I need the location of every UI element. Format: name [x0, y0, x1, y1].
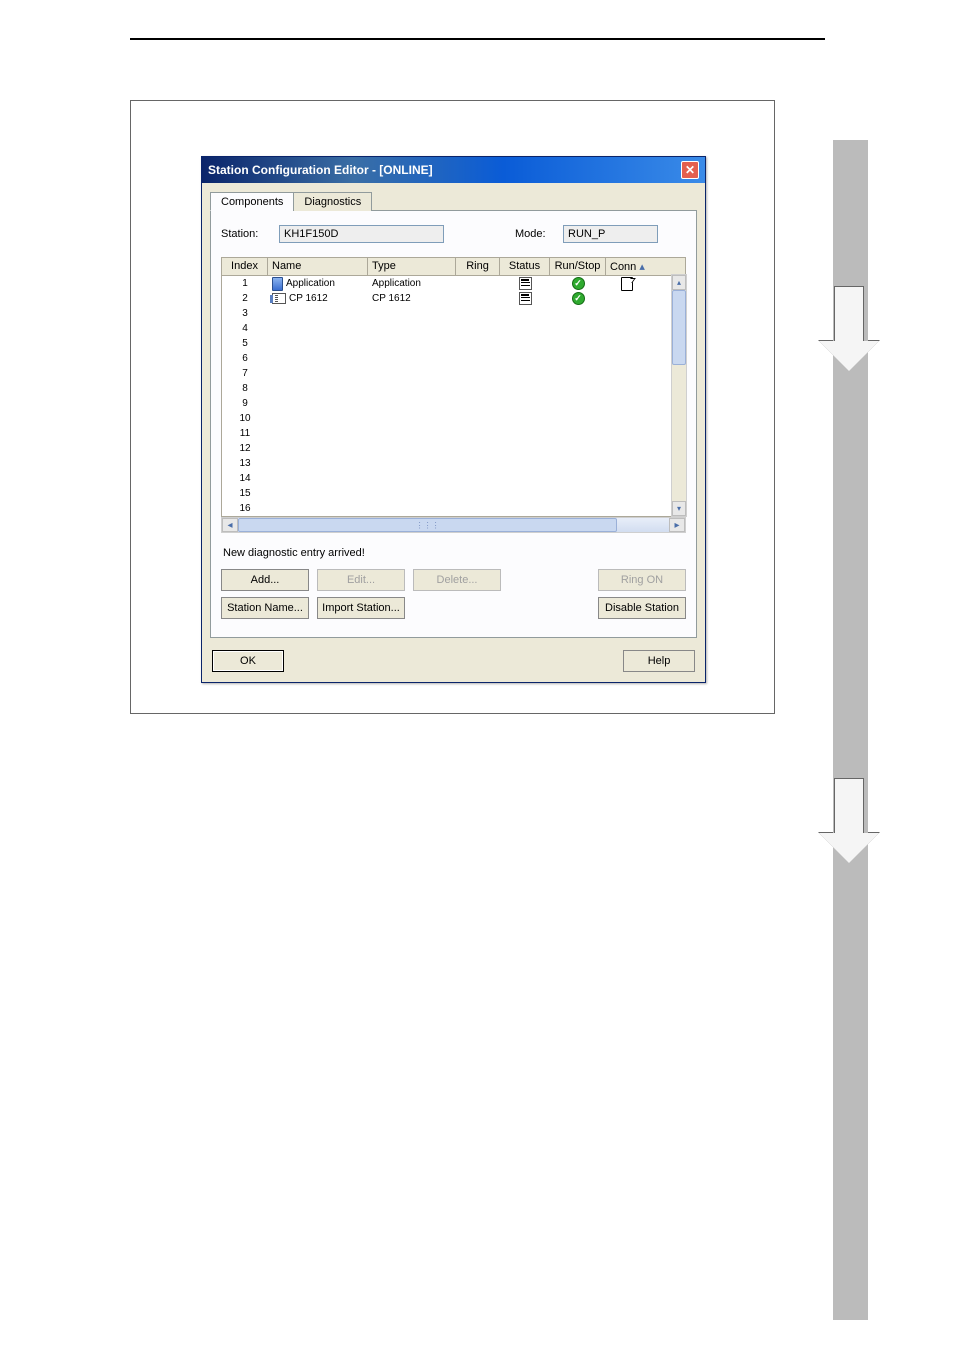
col-header-name[interactable]: Name: [268, 258, 368, 275]
close-icon[interactable]: ✕: [681, 161, 699, 179]
tab-components[interactable]: Components: [210, 192, 294, 211]
table-row[interactable]: 1ApplicationApplication✓: [222, 276, 685, 291]
status-icon: [519, 277, 532, 290]
table-row[interactable]: 6: [222, 351, 685, 366]
table-row[interactable]: 4: [222, 321, 685, 336]
cp-card-icon: [272, 293, 286, 304]
table-row[interactable]: 3: [222, 306, 685, 321]
help-button[interactable]: Help: [623, 650, 695, 672]
table-row[interactable]: 5: [222, 336, 685, 351]
application-icon: [272, 277, 283, 291]
station-config-dialog: Station Configuration Editor - [ONLINE] …: [201, 156, 706, 683]
figure-frame: Station Configuration Editor - [ONLINE] …: [130, 100, 775, 714]
button-row-1: Add... Edit... Delete... Ring ON: [221, 569, 686, 591]
station-input[interactable]: [279, 225, 444, 243]
mode-input[interactable]: [563, 225, 658, 243]
col-header-index[interactable]: Index: [222, 258, 268, 275]
table-row[interactable]: 7: [222, 366, 685, 381]
status-icon: [519, 292, 532, 305]
import-station-button[interactable]: Import Station...: [317, 597, 405, 619]
table-row[interactable]: 10: [222, 411, 685, 426]
page-content: Station Configuration Editor - [ONLINE] …: [130, 38, 825, 714]
ring-on-button: Ring ON: [598, 569, 686, 591]
tab-diagnostics[interactable]: Diagnostics: [293, 192, 372, 211]
mode-label: Mode:: [515, 228, 553, 240]
table-row[interactable]: 16: [222, 501, 685, 516]
button-row-2: Station Name... Import Station... Disabl…: [221, 597, 686, 619]
table-body[interactable]: 1ApplicationApplication✓2CP 1612CP 1612✓…: [221, 276, 686, 517]
disable-station-button[interactable]: Disable Station: [598, 597, 686, 619]
table-row[interactable]: 12: [222, 441, 685, 456]
table-row[interactable]: 14: [222, 471, 685, 486]
delete-button: Delete...: [413, 569, 501, 591]
table-header-row: Index Name Type Ring Status Run/Stop Con…: [221, 257, 686, 276]
tab-panel-components: Station: Mode: Index Name Type Ring: [210, 211, 697, 638]
dialog-title: Station Configuration Editor - [ONLINE]: [208, 163, 433, 177]
margin-arrow-upper: [819, 286, 879, 376]
col-header-runstop[interactable]: Run/Stop: [550, 258, 606, 275]
dialog-titlebar[interactable]: Station Configuration Editor - [ONLINE] …: [202, 157, 705, 183]
table-row[interactable]: 11: [222, 426, 685, 441]
station-label: Station:: [221, 228, 269, 240]
col-header-type[interactable]: Type: [368, 258, 456, 275]
edit-button: Edit...: [317, 569, 405, 591]
col-header-status[interactable]: Status: [500, 258, 550, 275]
connection-icon: [621, 277, 633, 291]
scroll-right-icon[interactable]: ▸: [669, 518, 685, 532]
station-mode-row: Station: Mode:: [221, 225, 686, 243]
col-header-conn[interactable]: Conn ▴: [606, 258, 648, 275]
run-ok-icon: ✓: [572, 292, 585, 305]
scroll-up-icon[interactable]: ▴: [672, 275, 686, 290]
table-row[interactable]: 8: [222, 381, 685, 396]
scroll-down-icon[interactable]: ▾: [672, 501, 686, 516]
scroll-left-icon[interactable]: ◂: [222, 518, 238, 532]
add-button[interactable]: Add...: [221, 569, 309, 591]
dialog-bottom-buttons: OK Help: [202, 642, 705, 682]
vertical-scrollbar[interactable]: ▴ ▾: [671, 274, 687, 517]
table-row[interactable]: 9: [222, 396, 685, 411]
station-name-button[interactable]: Station Name...: [221, 597, 309, 619]
ok-button[interactable]: OK: [212, 650, 284, 672]
margin-arrow-lower: [819, 778, 879, 868]
col-header-ring[interactable]: Ring: [456, 258, 500, 275]
run-ok-icon: ✓: [572, 277, 585, 290]
table-row[interactable]: 2CP 1612CP 1612✓: [222, 291, 685, 306]
page-top-rule: [130, 38, 825, 40]
status-message: New diagnostic entry arrived!: [223, 547, 684, 559]
table-row[interactable]: 13: [222, 456, 685, 471]
tab-strip: Components Diagnostics: [210, 191, 697, 211]
table-row[interactable]: 15: [222, 486, 685, 501]
horizontal-scrollbar[interactable]: ◂ ⋮⋮⋮ ▸: [221, 517, 686, 533]
components-table: Index Name Type Ring Status Run/Stop Con…: [221, 257, 686, 533]
tabs-area: Components Diagnostics Station: Mode:: [202, 183, 705, 642]
